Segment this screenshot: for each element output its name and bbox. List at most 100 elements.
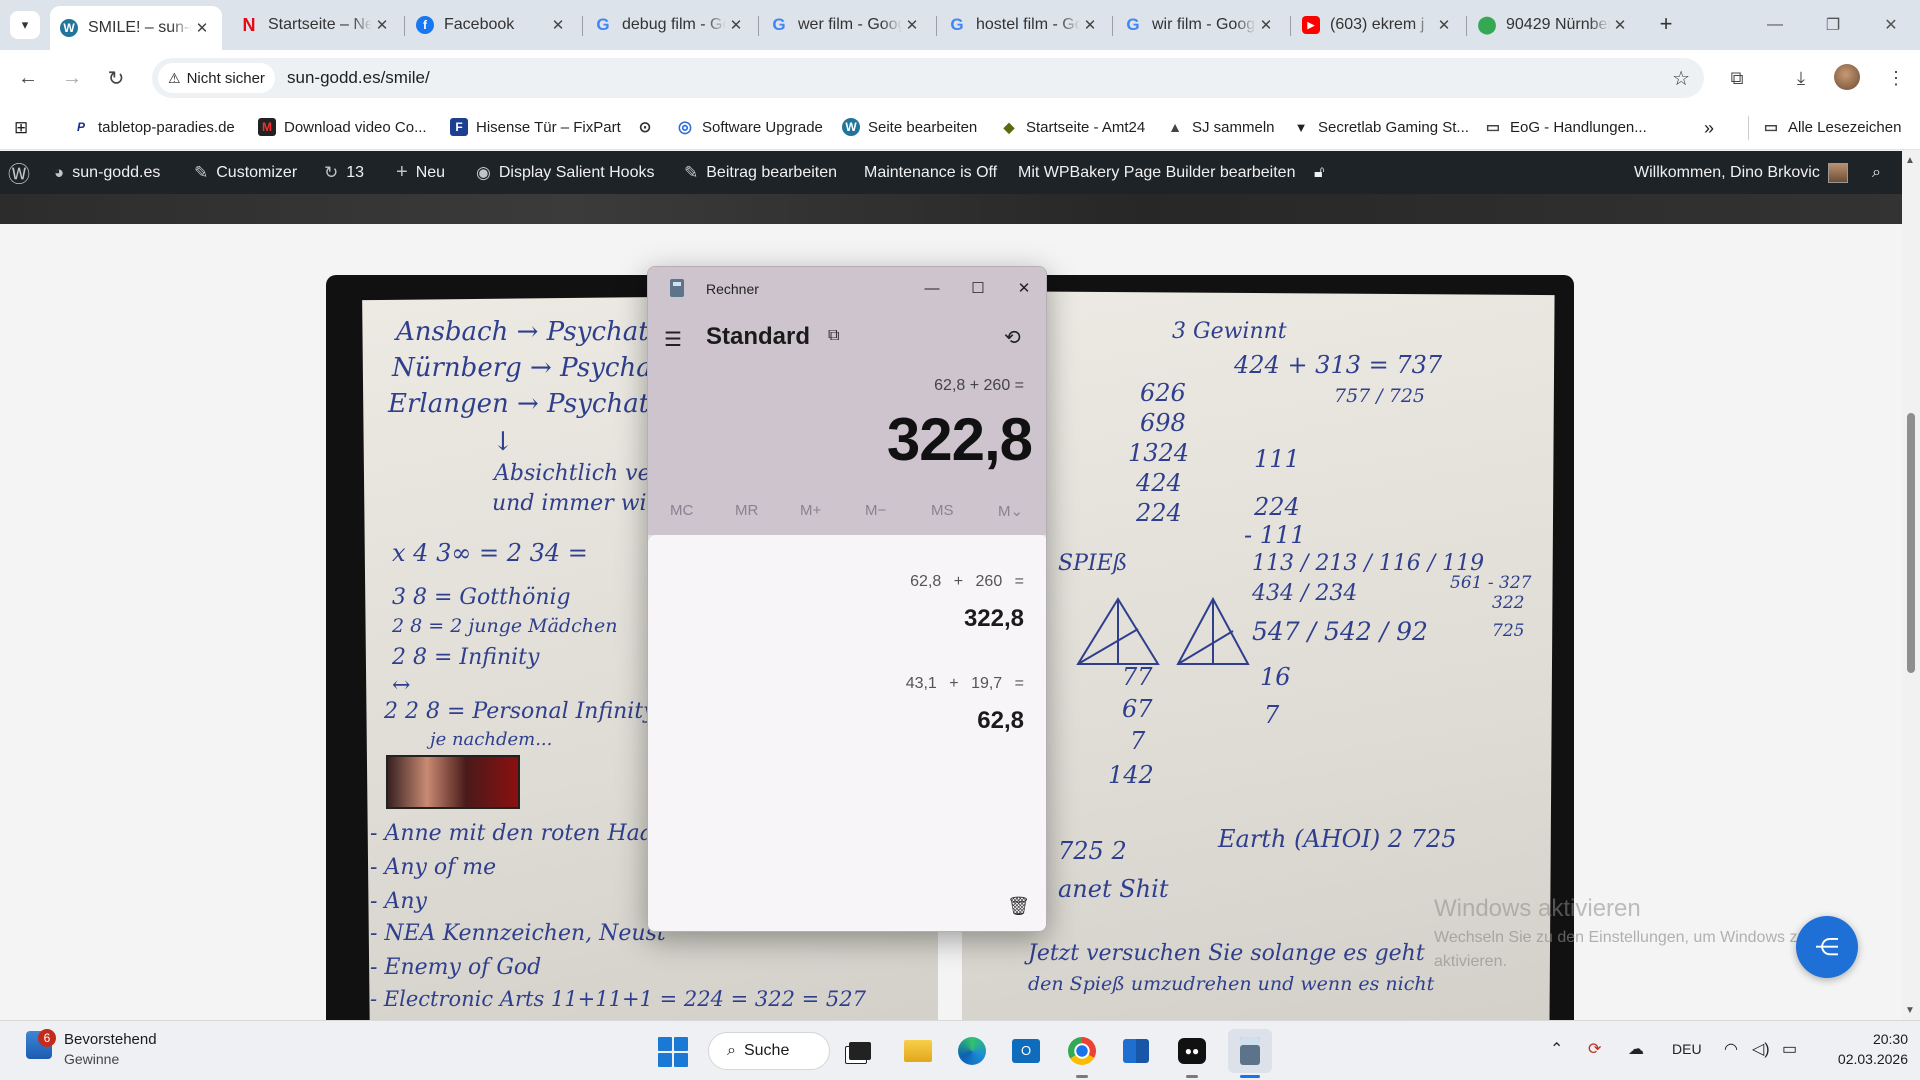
tab-7[interactable]: ▶ (603) ekrem j ✕ <box>1292 8 1464 42</box>
browser-menu-button[interactable]: ⋮ <box>1880 62 1912 94</box>
close-icon[interactable]: ✕ <box>902 16 922 34</box>
bookmark-8[interactable]: ▼ Secretlab Gaming St... <box>1292 118 1469 136</box>
wp-lock-button[interactable]: 🔓︎ <box>1314 151 1324 194</box>
wp-customizer-link[interactable]: ✎ Customizer <box>194 151 297 194</box>
wp-maintenance-link[interactable]: Maintenance is Off <box>864 151 997 194</box>
security-chip[interactable]: ⚠ Nicht sicher <box>158 63 275 93</box>
tab-4[interactable]: G wer film - Google ✕ <box>760 8 932 42</box>
tab-0[interactable]: W SMILE! – sun-godd.es ✕ <box>50 6 222 50</box>
tab-3[interactable]: G debug film - Google ✕ <box>584 8 756 42</box>
bookmark-6[interactable]: ◆ Startseite - Amt24 <box>1000 118 1146 136</box>
clock-date[interactable]: 02.03.2026 <box>1822 1051 1908 1067</box>
hamburger-menu-icon[interactable]: ☰ <box>664 327 682 352</box>
messenger-button[interactable]: ●● <box>1174 1033 1210 1069</box>
bookmark-0[interactable]: P tabletop-paradies.de <box>72 118 235 136</box>
task-view-button[interactable] <box>842 1033 878 1069</box>
address-bar[interactable]: ⚠ Nicht sicher sun-godd.es/smile/ ☆ <box>152 58 1704 98</box>
minimize-button[interactable]: — <box>1746 0 1804 50</box>
reload-button[interactable]: ↻ <box>100 62 132 94</box>
file-explorer-button[interactable] <box>900 1033 936 1069</box>
wp-search-button[interactable]: ⌕ <box>1872 151 1881 194</box>
history-icon[interactable]: ⟲ <box>1004 325 1021 350</box>
history-entry[interactable]: 43,1 + 19,7 = 62,8 <box>906 675 1024 735</box>
close-icon[interactable]: ✕ <box>1080 16 1100 34</box>
tab-2[interactable]: f Facebook ✕ <box>406 8 578 42</box>
keep-on-top-icon[interactable]: ⧉ <box>828 327 839 345</box>
scroll-up-icon[interactable]: ▲ <box>1905 155 1915 166</box>
wp-updates-link[interactable]: ↻ 13 <box>324 151 364 194</box>
memory-add-button[interactable]: M+ <box>800 502 821 519</box>
close-icon[interactable]: ✕ <box>192 19 212 37</box>
memory-store-button[interactable]: MS <box>931 502 954 519</box>
wifi-icon[interactable]: ◠ <box>1724 1039 1738 1059</box>
edge-button[interactable] <box>954 1033 990 1069</box>
bookmark-7[interactable]: ▲ SJ sammeln <box>1166 118 1274 136</box>
page-scrollbar[interactable]: ▲ ▼ <box>1902 151 1920 1020</box>
back-button[interactable]: ← <box>12 62 44 94</box>
url-text[interactable]: sun-godd.es/smile/ <box>287 68 430 88</box>
bookmark-9[interactable]: ▭ EoG - Handlungen... <box>1484 118 1647 137</box>
sync-error-icon[interactable]: ⟳ <box>1588 1039 1601 1059</box>
tab-8[interactable]: ⬤ 90429 Nürnberg ✕ <box>1468 8 1640 42</box>
bookmark-4[interactable]: ◎ Software Upgrade <box>676 118 823 137</box>
restore-button[interactable]: ❐ <box>1804 0 1862 50</box>
bookmarks-overflow-button[interactable]: » <box>1704 118 1714 139</box>
start-button[interactable] <box>658 1037 688 1067</box>
tab-1[interactable]: N Startseite – Netflix ✕ <box>230 8 402 42</box>
battery-icon[interactable]: ▭ <box>1782 1039 1797 1059</box>
chevron-up-icon[interactable]: ⌃ <box>1550 1039 1563 1059</box>
bookmark-5[interactable]: W Seite bearbeiten <box>842 118 977 136</box>
tab-6[interactable]: G wir film - Google ✕ <box>1114 8 1286 42</box>
calculator-app-icon <box>670 279 684 297</box>
calc-maximize-button[interactable]: ☐ <box>958 273 998 303</box>
volume-icon[interactable]: ◁) <box>1752 1039 1770 1059</box>
clock-time[interactable]: 20:30 <box>1836 1031 1908 1047</box>
outlook-button[interactable]: O <box>1008 1033 1044 1069</box>
calc-close-button[interactable]: ✕ <box>1004 273 1044 303</box>
language-indicator[interactable]: DEU <box>1672 1041 1702 1057</box>
apps-button[interactable]: ⊞ <box>14 118 28 138</box>
calc-minimize-button[interactable]: — <box>912 273 952 303</box>
widgets-title[interactable]: Bevorstehend <box>64 1031 157 1048</box>
store-button[interactable] <box>1118 1033 1154 1069</box>
history-entry[interactable]: 62,8 + 260 = 322,8 <box>910 573 1024 633</box>
wp-account-link[interactable]: Willkommen, Dino Brkovic <box>1634 151 1848 194</box>
tab-search-button[interactable]: ▾ <box>10 11 40 39</box>
wp-wpbakery-link[interactable]: Mit WPBakery Page Builder bearbeiten <box>1018 151 1295 194</box>
chrome-button[interactable] <box>1064 1033 1100 1069</box>
close-window-button[interactable]: ✕ <box>1862 0 1920 50</box>
close-icon[interactable]: ✕ <box>1434 16 1454 34</box>
memory-subtract-button[interactable]: M− <box>865 502 886 519</box>
close-icon[interactable]: ✕ <box>1610 16 1630 34</box>
all-bookmarks-button[interactable]: ▭ Alle Lesezeichen <box>1762 118 1902 137</box>
extensions-button[interactable]: ⧉ <box>1721 62 1753 94</box>
wp-edit-post-link[interactable]: ✎ Beitrag bearbeiten <box>684 151 837 194</box>
downloads-button[interactable]: ⤓ <box>1785 62 1817 94</box>
bookmark-3[interactable]: ⊙ <box>636 118 662 136</box>
forward-button[interactable]: → <box>56 62 88 94</box>
wp-logo-button[interactable]: Ⓦ <box>8 151 38 194</box>
scrollbar-thumb[interactable] <box>1907 413 1915 673</box>
calculator-taskbar-button[interactable] <box>1228 1029 1272 1073</box>
bookmark-1[interactable]: M Download video Co... <box>258 118 427 136</box>
bookmark-2[interactable]: F Hisense Tür – FixPart <box>450 118 621 136</box>
wp-site-link[interactable]: ◕ sun-godd.es <box>54 151 160 194</box>
memory-recall-button[interactable]: MR <box>735 502 758 519</box>
cloud-offline-icon[interactable]: ☁ <box>1628 1039 1644 1059</box>
close-icon[interactable]: ✕ <box>548 16 568 34</box>
wp-new-link[interactable]: + Neu <box>396 151 445 194</box>
trash-icon[interactable]: 🗑︎ <box>1007 896 1030 917</box>
memory-list-button[interactable]: M⌄ <box>998 502 1023 520</box>
close-icon[interactable]: ✕ <box>726 16 746 34</box>
tab-5[interactable]: G hostel film - Google ✕ <box>938 8 1110 42</box>
taskbar-search[interactable]: ⌕ Suche <box>708 1032 830 1070</box>
wp-hooks-link[interactable]: ◉ Display Salient Hooks <box>476 151 654 194</box>
close-icon[interactable]: ✕ <box>1256 16 1276 34</box>
memory-clear-button[interactable]: MC <box>670 502 693 519</box>
profile-avatar[interactable] <box>1834 64 1860 90</box>
scroll-down-icon[interactable]: ▼ <box>1905 1005 1915 1016</box>
star-icon[interactable]: ☆ <box>1672 66 1690 91</box>
share-button[interactable]: ⋲ <box>1796 916 1858 978</box>
new-tab-button[interactable]: + <box>1652 11 1680 39</box>
close-icon[interactable]: ✕ <box>372 16 392 34</box>
